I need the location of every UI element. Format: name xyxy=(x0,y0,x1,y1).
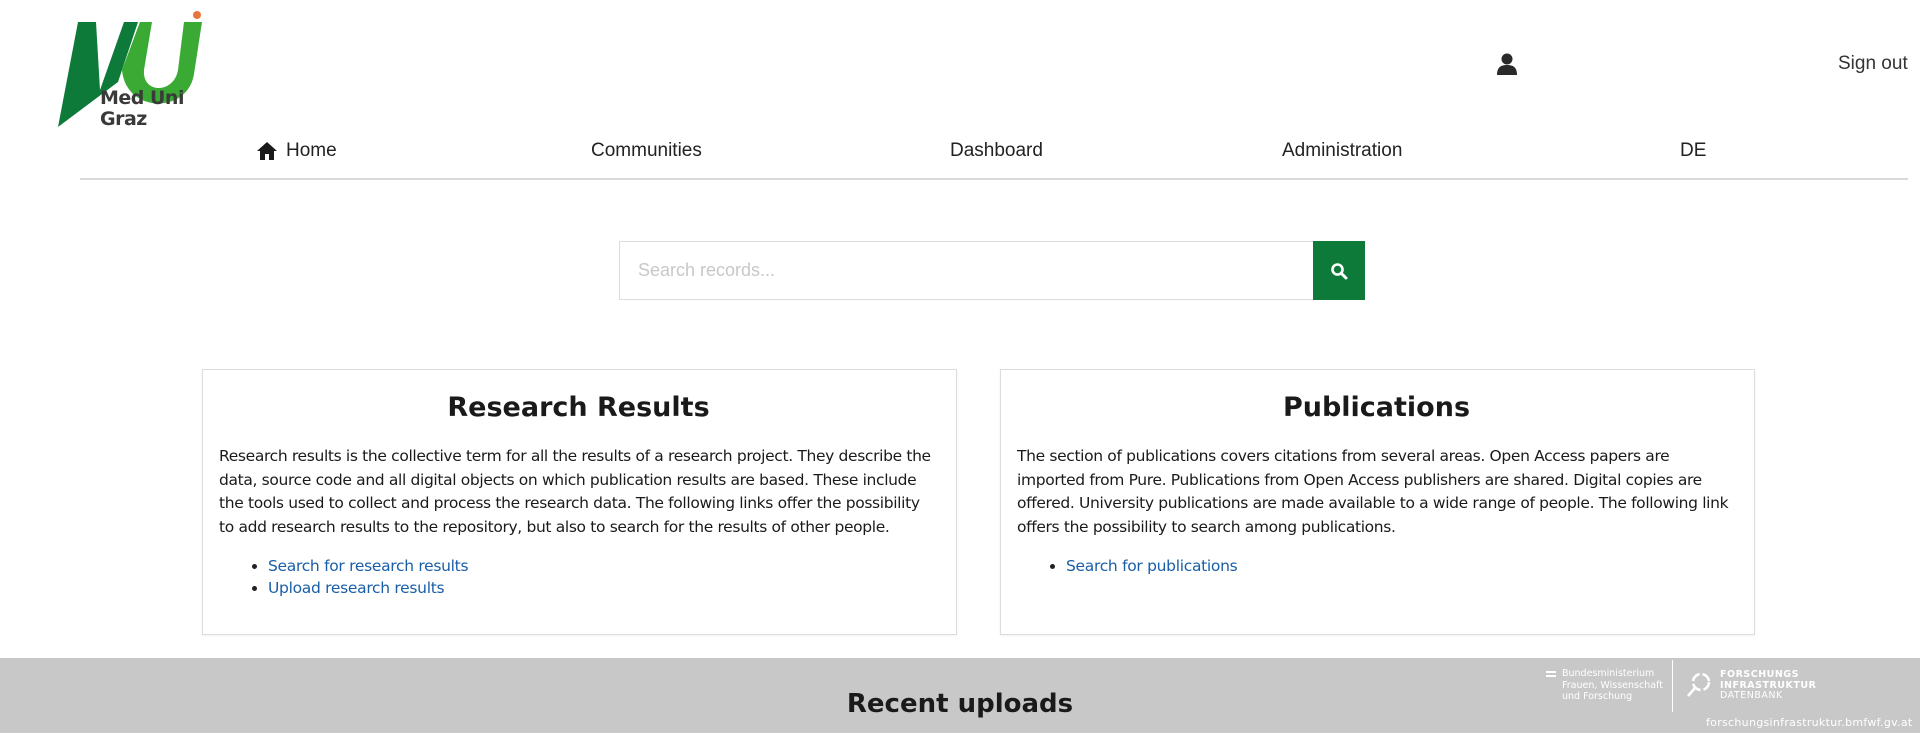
search-button[interactable] xyxy=(1313,241,1365,300)
user-icon[interactable] xyxy=(1497,53,1517,75)
card-title: Publications xyxy=(1282,392,1471,423)
logo-text: Med Uni Graz xyxy=(100,87,184,130)
card-title: Research Results xyxy=(447,392,710,423)
card-links: Search for publications xyxy=(1066,555,1736,577)
nav-item-home[interactable]: Home xyxy=(256,140,337,162)
forschungsinfrastruktur-logo: FORSCHUNGS INFRASTRUKTUR DATENBANK xyxy=(1686,669,1817,702)
home-icon xyxy=(257,142,277,160)
ministry-flag-icon xyxy=(1546,671,1556,703)
nav-item-label: Dashboard xyxy=(950,140,1043,161)
main-nav: Home Communities Dashboard Administratio… xyxy=(80,136,1908,180)
magnifier-logo-icon xyxy=(1687,672,1711,697)
language-switch[interactable]: DE xyxy=(1680,140,1706,162)
divider xyxy=(1672,660,1673,712)
nav-item-dashboard[interactable]: Dashboard xyxy=(950,140,1043,162)
upload-research-results-link[interactable]: Upload research results xyxy=(268,579,445,597)
nav-item-communities[interactable]: Communities xyxy=(591,140,702,162)
nav-item-label: Administration xyxy=(1282,140,1403,161)
search-icon xyxy=(1331,262,1348,279)
search-input[interactable] xyxy=(619,241,1313,300)
fi-url[interactable]: forschungsinfrastruktur.bmfwf.gv.at xyxy=(1706,716,1913,729)
list-item: Upload research results xyxy=(268,577,938,599)
fi-text: FORSCHUNGS INFRASTRUKTUR DATENBANK xyxy=(1720,669,1817,701)
card-description: The section of publications covers citat… xyxy=(1017,447,1729,536)
search-research-results-link[interactable]: Search for research results xyxy=(268,557,469,575)
ministry-text: Bundesministerium Frauen, Wissenschaft u… xyxy=(1562,668,1663,702)
nav-item-label: Home xyxy=(286,140,337,161)
search-publications-link[interactable]: Search for publications xyxy=(1066,557,1238,575)
list-item: Search for publications xyxy=(1066,555,1736,577)
search-bar xyxy=(619,241,1365,300)
list-item: Search for research results xyxy=(268,555,938,577)
nav-item-administration[interactable]: Administration xyxy=(1282,140,1402,162)
nav-item-label: DE xyxy=(1680,140,1707,161)
card-links: Search for research results Upload resea… xyxy=(268,555,938,599)
sign-out-link[interactable]: Sign out xyxy=(1838,53,1908,75)
nav-item-label: Communities xyxy=(591,140,702,161)
publications-card: Publications The section of publications… xyxy=(1000,369,1755,635)
ministry-logo: Bundesministerium Frauen, Wissenschaft u… xyxy=(1546,668,1663,703)
research-results-card: Research Results Research results is the… xyxy=(202,369,957,635)
card-description: Research results is the collective term … xyxy=(219,447,931,536)
